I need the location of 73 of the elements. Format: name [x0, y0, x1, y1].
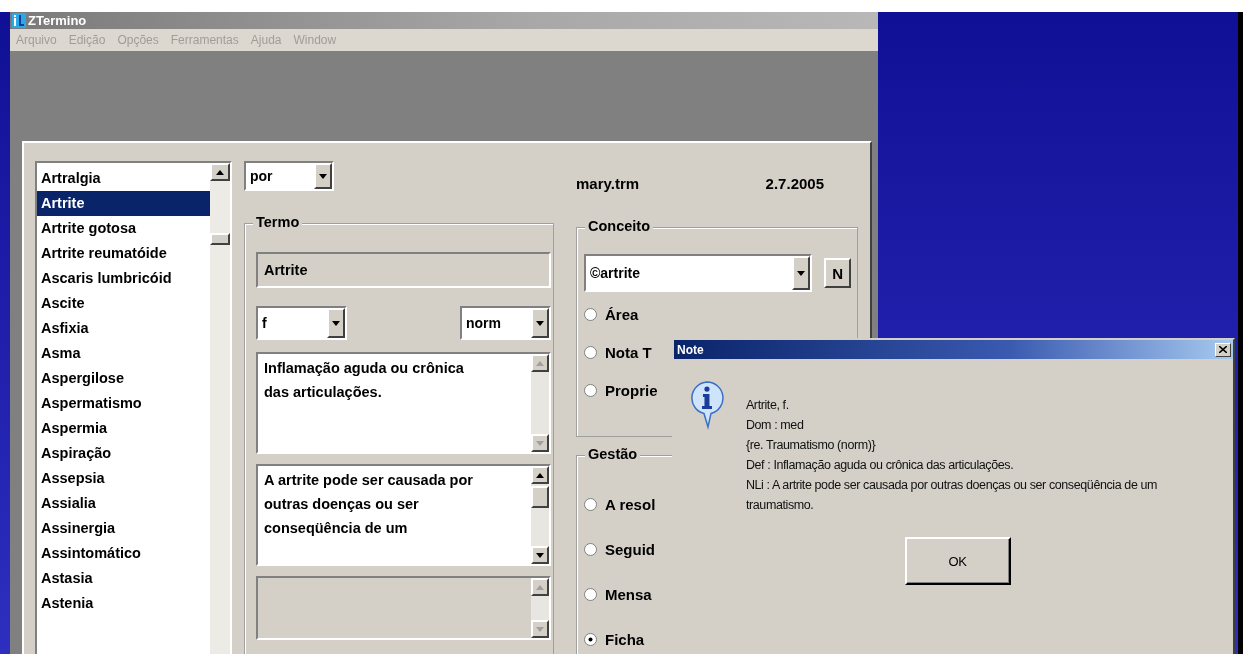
date-label: 2.7.2005: [765, 175, 824, 194]
radio-icon[interactable]: [584, 543, 597, 556]
list-item[interactable]: Asma: [37, 341, 210, 366]
info-icon: [690, 381, 724, 431]
dropdown-button[interactable]: [531, 308, 549, 338]
list-item[interactable]: Artrite gotosa: [37, 216, 210, 241]
message-line: Dom : med: [745, 417, 805, 434]
text-area[interactable]: Inflamação aguda ou crônica das articulações.: [256, 352, 551, 454]
message-line: NLi : A artrite pode ser causada por outras doenças ou ser conseqüência de um traumatismo.: [745, 477, 1159, 514]
group-title: Conceito: [585, 218, 654, 234]
radio-icon[interactable]: [584, 633, 597, 646]
radio-button[interactable]: Ficha: [584, 631, 645, 648]
scroll-thumb[interactable]: [531, 486, 549, 508]
new-button[interactable]: N: [824, 258, 851, 288]
close-button[interactable]: [1215, 342, 1231, 357]
caret-icon[interactable]: [332, 320, 340, 326]
radio-icon[interactable]: [584, 384, 597, 397]
close-icon[interactable]: [1219, 346, 1227, 353]
radio-icon[interactable]: [584, 346, 597, 359]
list-item[interactable]: Assepsia: [37, 466, 210, 491]
group-title: Termo: [253, 214, 303, 230]
list-item[interactable]: Assialia: [37, 491, 210, 516]
list-item[interactable]: Artrite reumatóide: [37, 241, 210, 266]
dialog-title: Note: [677, 342, 704, 357]
group-title: Gestão: [585, 446, 641, 462]
file-name: mary.trm: [576, 175, 640, 194]
dropdown-button[interactable]: [327, 308, 345, 338]
caret-icon[interactable]: [536, 320, 544, 326]
radio-button[interactable]: Proprie: [584, 382, 658, 399]
list-item[interactable]: Aspergilose: [37, 366, 210, 391]
app-icon: [12, 13, 26, 28]
scroll-thumb[interactable]: [210, 233, 230, 245]
list-item[interactable]: Artralgia: [37, 166, 210, 191]
radio-icon[interactable]: [584, 498, 597, 511]
term-field[interactable]: Artrite: [256, 252, 551, 288]
list-item[interactable]: Ascite: [37, 291, 210, 316]
message-line: Def : Inflamação aguda ou crônica das articulações.: [745, 457, 1015, 474]
dropdown[interactable]: f: [256, 306, 347, 340]
caret-icon[interactable]: [319, 173, 327, 179]
radio-icon[interactable]: [584, 588, 597, 601]
radio-button[interactable]: Mensa: [584, 586, 652, 603]
caret-icon[interactable]: [797, 270, 806, 276]
window-title: ZTermino: [28, 13, 87, 28]
dropdown[interactable]: norm: [460, 306, 551, 340]
message-line: Artrite, f.: [745, 397, 790, 414]
list-item[interactable]: Assinergia: [37, 516, 210, 541]
dropdown[interactable]: ©artrite: [584, 254, 813, 292]
radio-button[interactable]: Nota T: [584, 344, 652, 361]
list-item[interactable]: Artrite: [37, 191, 210, 216]
list-item[interactable]: Aspermatismo: [37, 391, 210, 416]
list-item[interactable]: Ascaris lumbricóid: [37, 266, 210, 291]
list-item[interactable]: Assintomático: [37, 541, 210, 566]
scrollbar[interactable]: [210, 163, 230, 654]
dropdown[interactable]: por: [244, 161, 334, 191]
ok-button[interactable]: OK: [904, 537, 1011, 585]
message-line: {re. Traumatismo (norm)}: [745, 437, 877, 454]
list-item[interactable]: Astenia: [37, 591, 210, 616]
text-area[interactable]: A artrite pode ser causada por outras doenças ou ser conseqüência de um: [256, 464, 551, 566]
dropdown-button[interactable]: [792, 256, 811, 290]
radio-button[interactable]: Seguid: [584, 541, 655, 558]
list-item[interactable]: Asfixia: [37, 316, 210, 341]
up-arrow-icon[interactable]: [216, 169, 224, 175]
term-list[interactable]: Artralgia Artrite Artrite gotosa Artrite reumatóide Ascaris lumbricóid Ascite Asfixia Asma Aspergilose Aspermatismo Aspermia Aspiração Assepsia Assialia Assinergia Assintomático Astasia Astenia: [35, 161, 232, 654]
list-item[interactable]: Aspiração: [37, 441, 210, 466]
list-item[interactable]: Astasia: [37, 566, 210, 591]
radio-button[interactable]: Área: [584, 306, 639, 323]
down-arrow-icon[interactable]: [536, 552, 544, 558]
up-arrow-icon[interactable]: [536, 472, 544, 478]
radio-icon[interactable]: [584, 308, 597, 321]
radio-button[interactable]: A resol: [584, 496, 656, 513]
dropdown-button[interactable]: [314, 163, 332, 189]
list-item[interactable]: Aspermia: [37, 416, 210, 441]
scrollbar[interactable]: [531, 466, 549, 564]
